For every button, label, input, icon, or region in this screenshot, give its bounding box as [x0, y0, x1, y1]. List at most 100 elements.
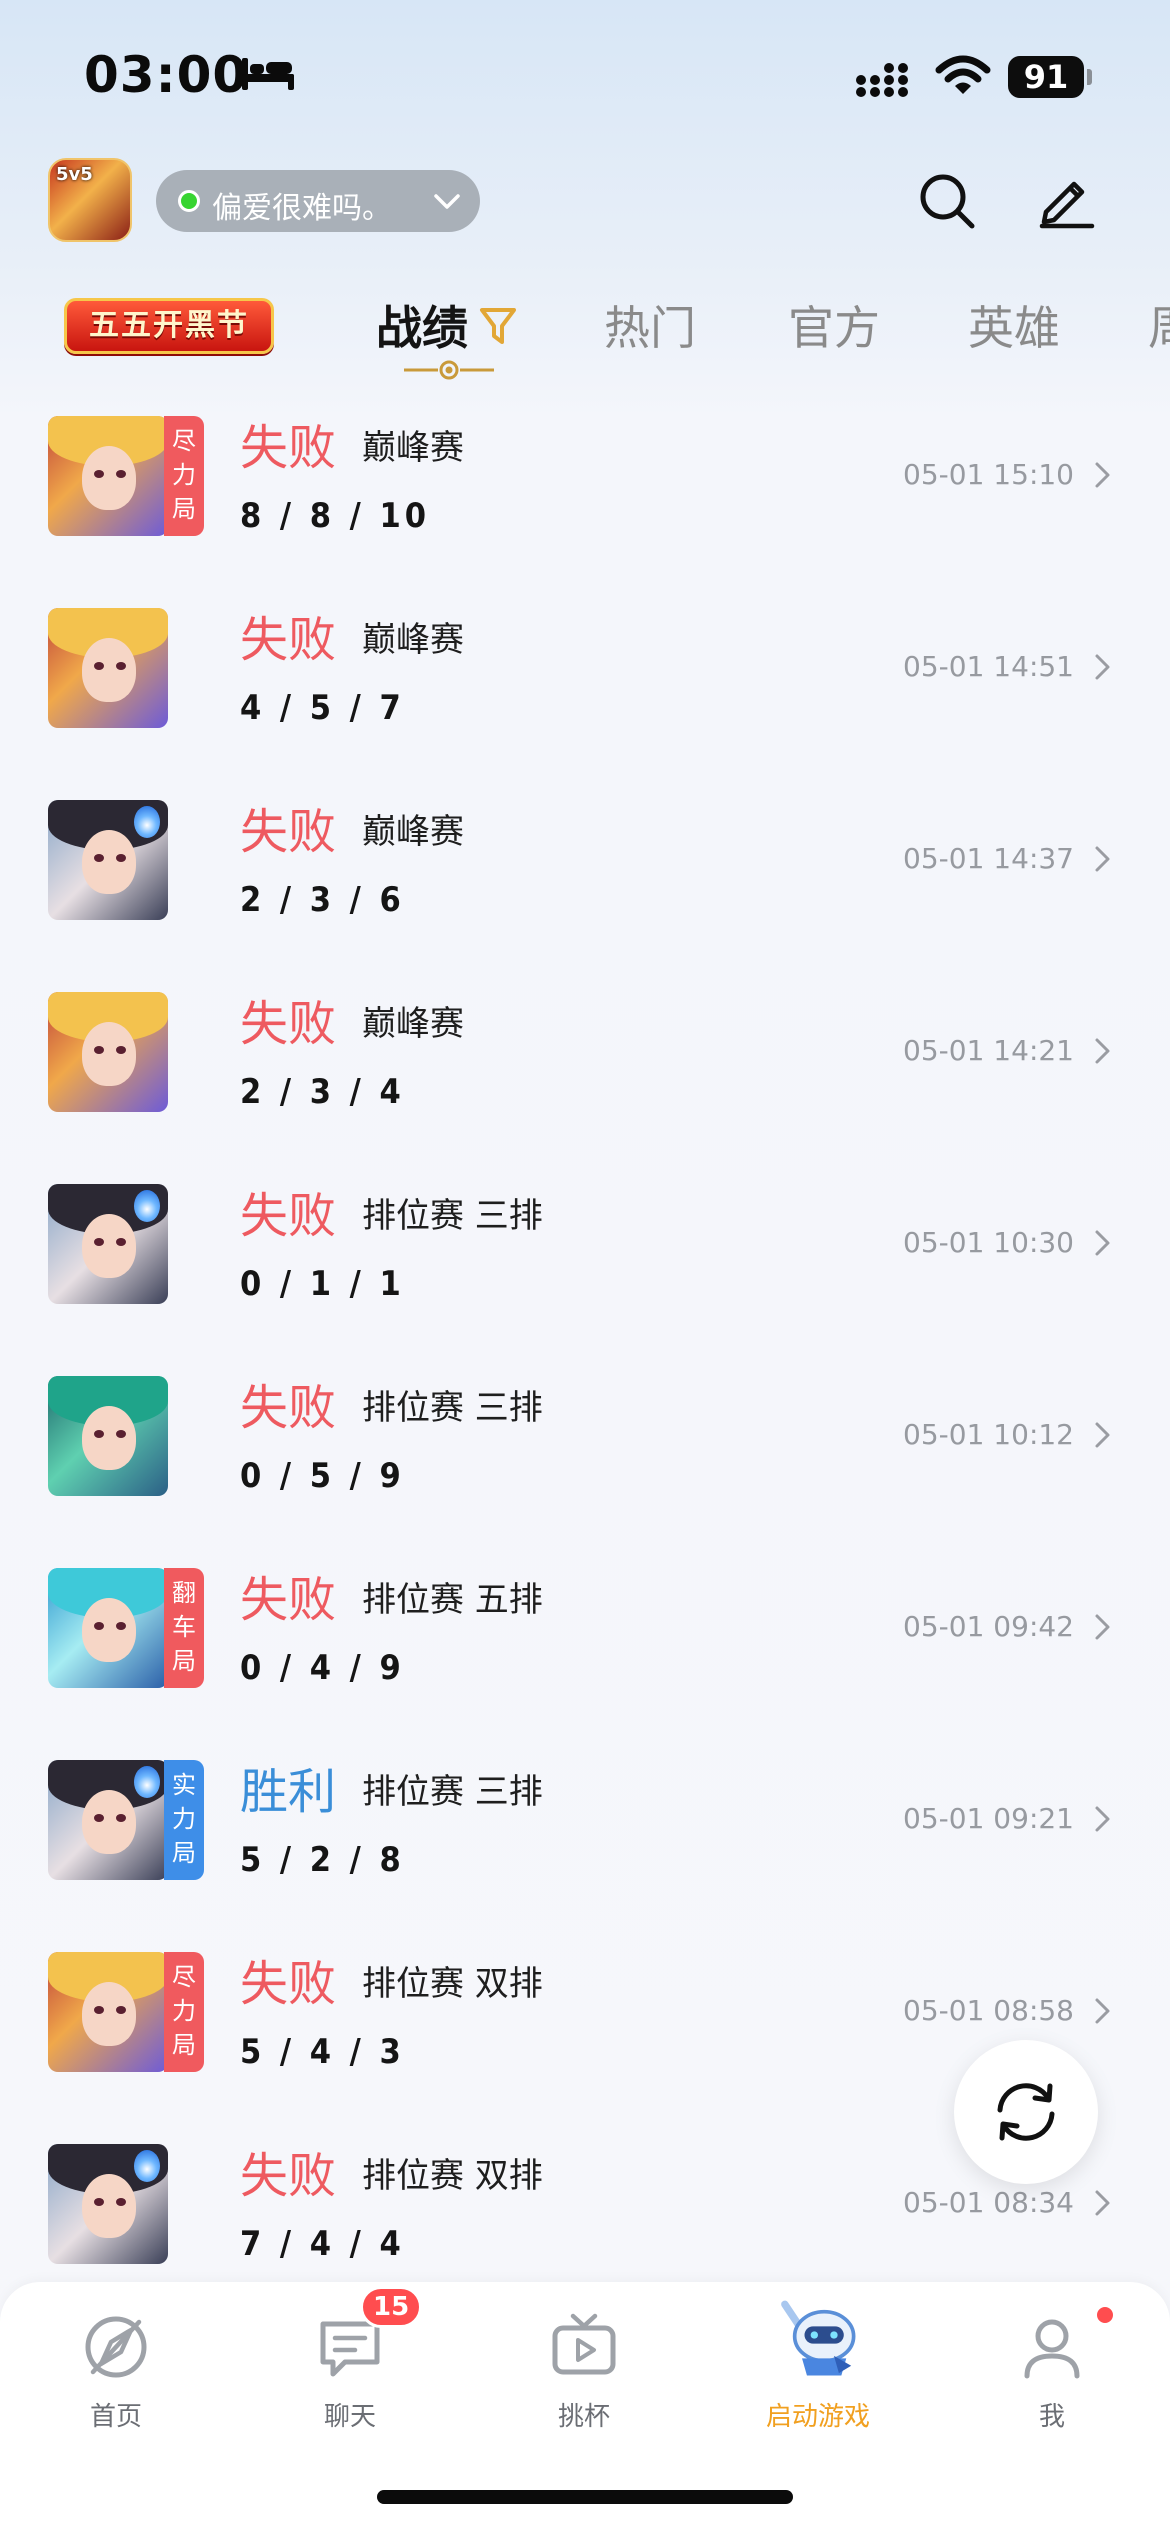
battery-tip [1087, 69, 1092, 85]
nav-home-label: 首页 [89, 2402, 142, 2432]
match-kda: 0 / 4 / 9 [240, 1648, 405, 1688]
match-row[interactable]: 失败 巅峰赛 2 / 3 / 6 05-01 14:37 [0, 782, 1170, 974]
match-time: 05-01 14:51 [903, 650, 1074, 683]
tv-icon [552, 2313, 616, 2375]
chevron-right-icon [1095, 1806, 1110, 1832]
match-kda: 5 / 2 / 8 [240, 1840, 405, 1880]
match-result: 失败 [240, 612, 337, 668]
match-kda: 8 / 8 / 10 [240, 496, 431, 536]
match-result: 失败 [240, 996, 337, 1052]
nav-chat-label: 聊天 [323, 2402, 376, 2432]
match-tag: 尽 力 局 [164, 416, 204, 536]
hero-face [82, 446, 136, 510]
flame-icon [134, 1190, 160, 1222]
match-mode: 巅峰赛 [362, 1004, 464, 1044]
tab-weekly[interactable]: 周 [1148, 292, 1170, 358]
nav-launch-game[interactable]: 启动游戏 [728, 2300, 908, 2442]
match-kda: 0 / 1 / 1 [240, 1264, 405, 1304]
hero-portrait [48, 1568, 168, 1688]
hero-eye [94, 2006, 104, 2014]
hero-eye [116, 1814, 126, 1822]
hero-portrait [48, 416, 168, 536]
nav-chat[interactable]: 15 聊天 [260, 2286, 440, 2442]
nav-cup[interactable]: 挑杯 [494, 2312, 674, 2442]
match-row[interactable]: 失败 巅峰赛 4 / 5 / 7 05-01 14:51 [0, 590, 1170, 782]
match-result: 失败 [240, 1380, 337, 1436]
match-result: 失败 [240, 1188, 337, 1244]
match-kda: 2 / 3 / 6 [240, 880, 405, 920]
refresh-button[interactable] [954, 2040, 1098, 2184]
match-row[interactable]: 尽 力 局失败 巅峰赛 8 / 8 / 10 05-01 15:10 [0, 398, 1170, 590]
hero-eye [116, 1238, 126, 1246]
hero-face [82, 1790, 136, 1854]
status-bar: 03:00 91 [0, 0, 1170, 150]
hero-eye [94, 1814, 104, 1822]
hero-eye [116, 1622, 126, 1630]
refresh-icon [997, 2083, 1055, 2141]
match-row[interactable]: 实 力 局胜利 排位赛 三排 5 / 2 / 8 05-01 09:21 [0, 1742, 1170, 1934]
chevron-right-icon [1095, 1998, 1110, 2024]
match-mode: 巅峰赛 [362, 620, 464, 660]
edit-icon[interactable] [1036, 168, 1098, 230]
tab-hot[interactable]: 热门 [604, 292, 696, 358]
flame-icon [134, 2150, 160, 2182]
account-switcher[interactable]: 偏爱很难吗。 [156, 170, 480, 232]
match-mode: 排位赛 五排 [362, 1580, 543, 1620]
hero-face [82, 1982, 136, 2046]
hero-face [82, 1022, 136, 1086]
hero-eye [94, 470, 104, 478]
game-avatar[interactable]: 5v5 [48, 158, 132, 242]
match-mode: 巅峰赛 [362, 428, 464, 468]
nav-home[interactable]: 首页 [26, 2312, 206, 2442]
filter-icon[interactable] [478, 304, 518, 348]
match-mode: 排位赛 双排 [362, 2156, 543, 2196]
hero-face [82, 1598, 136, 1662]
hero-eye [116, 854, 126, 862]
active-tab-indicator [404, 360, 494, 380]
hero-face [82, 2174, 136, 2238]
hero-eye [116, 662, 126, 670]
chevron-right-icon [1095, 462, 1110, 488]
match-time: 05-01 10:12 [903, 1418, 1074, 1451]
hero-eye [116, 2006, 126, 2014]
hero-eye [94, 1430, 104, 1438]
chevron-right-icon [1095, 1230, 1110, 1256]
hero-eye [94, 1046, 104, 1054]
match-row[interactable]: 翻 车 局失败 排位赛 五排 0 / 4 / 9 05-01 09:42 [0, 1550, 1170, 1742]
match-result: 胜利 [240, 1764, 337, 1820]
hero-face [82, 638, 136, 702]
hero-portrait [48, 1376, 168, 1496]
hero-face [82, 1214, 136, 1278]
match-kda: 0 / 5 / 9 [240, 1456, 405, 1496]
hero-eye [94, 1238, 104, 1246]
match-time: 05-01 09:21 [903, 1802, 1074, 1835]
hero-eye [94, 2198, 104, 2206]
nav-cup-label: 挑杯 [557, 2402, 610, 2432]
match-row[interactable]: 失败 排位赛 三排 0 / 5 / 9 05-01 10:12 [0, 1358, 1170, 1550]
tab-records[interactable]: 战绩 [376, 292, 468, 358]
tab-official[interactable]: 官方 [788, 292, 880, 358]
match-row[interactable]: 失败 巅峰赛 2 / 3 / 4 05-01 14:21 [0, 974, 1170, 1166]
hero-eye [94, 662, 104, 670]
match-mode: 排位赛 三排 [362, 1388, 543, 1428]
tab-heroes[interactable]: 英雄 [968, 292, 1060, 358]
match-result: 失败 [240, 1572, 337, 1628]
hero-eye [116, 1046, 126, 1054]
hero-portrait [48, 1184, 168, 1304]
match-mode: 排位赛 三排 [362, 1772, 543, 1812]
hero-eye [116, 1430, 126, 1438]
match-kda: 2 / 3 / 4 [240, 1072, 405, 1112]
online-status-dot [178, 190, 200, 212]
chevron-right-icon [1095, 846, 1110, 872]
festival-banner[interactable]: 五五开黑节 [64, 298, 274, 354]
match-row[interactable]: 失败 排位赛 三排 0 / 1 / 1 05-01 10:30 [0, 1166, 1170, 1358]
hero-portrait [48, 800, 168, 920]
search-icon[interactable] [916, 170, 978, 232]
battery-indicator: 91 [1008, 56, 1092, 98]
hero-eye [116, 470, 126, 478]
nav-me-label: 我 [1038, 2402, 1065, 2432]
game-avatar-badge: 5v5 [56, 164, 93, 185]
nav-me[interactable]: 我 [962, 2304, 1142, 2442]
match-result: 失败 [240, 804, 337, 860]
sleep-focus-icon [242, 58, 294, 90]
